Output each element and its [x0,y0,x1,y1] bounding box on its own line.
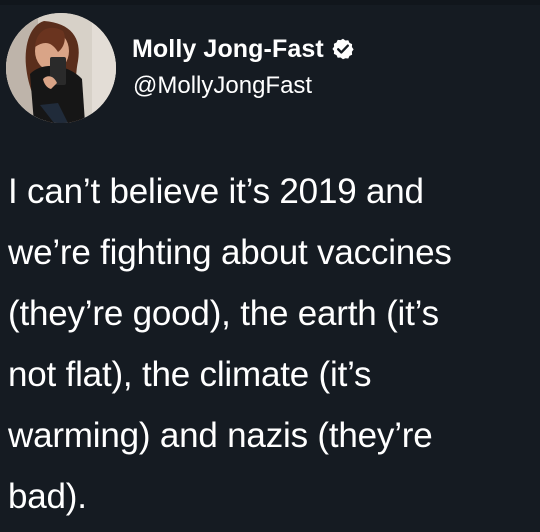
profile-avatar[interactable] [6,13,116,123]
top-divider [0,0,540,5]
verified-badge-icon [331,37,355,61]
author-row: Molly Jong-Fast [132,29,355,69]
tweet-body: I can’t believe it’s 2019 and we’re figh… [8,172,452,516]
author-name[interactable]: Molly Jong-Fast [132,35,324,64]
tweet-card: Molly Jong-Fast @MollyJongFast I can’t b… [0,0,540,532]
author-handle[interactable]: @MollyJongFast [133,72,312,100]
